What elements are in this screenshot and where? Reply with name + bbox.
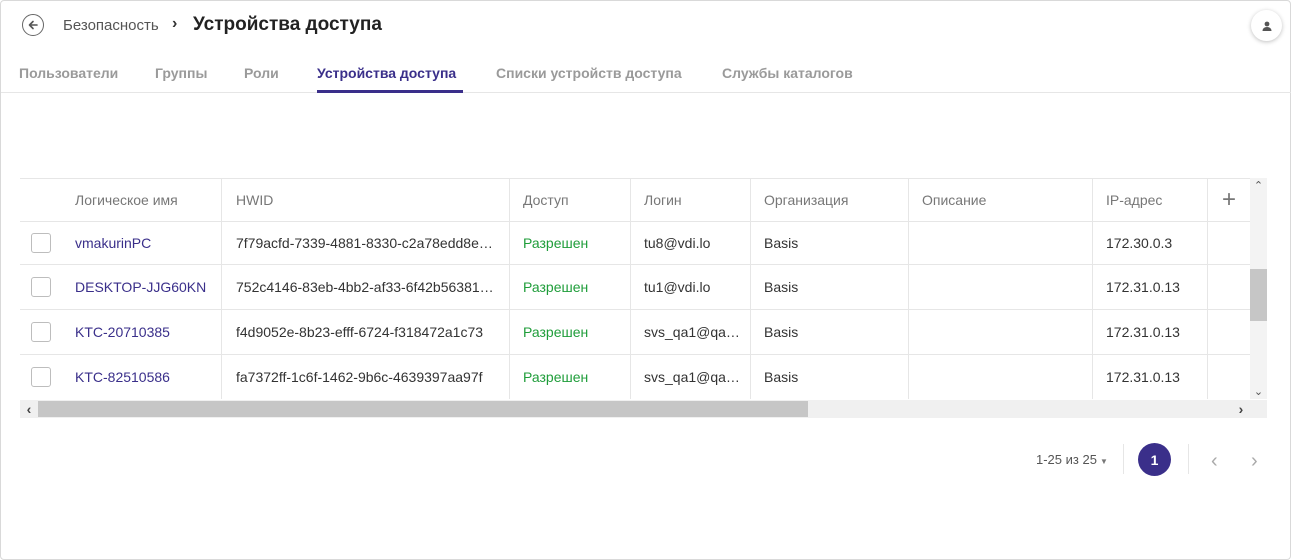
device-name-link[interactable]: DESKTOP-JJG60KN bbox=[75, 279, 206, 295]
tab-bar: Пользователи Группы Роли Устройства дост… bbox=[1, 57, 1291, 93]
tab-roles[interactable]: Роли bbox=[244, 65, 279, 81]
ip-cell: 172.31.0.13 bbox=[1092, 265, 1207, 309]
description-cell bbox=[908, 222, 1092, 264]
table-header-row: Логическое имя HWID Доступ Логин Организ… bbox=[20, 179, 1250, 222]
row-checkbox[interactable] bbox=[31, 277, 51, 297]
back-arrow-icon bbox=[28, 20, 38, 30]
tab-users[interactable]: Пользователи bbox=[19, 65, 118, 81]
page-button-current[interactable]: 1 bbox=[1138, 443, 1171, 476]
breadcrumb-security[interactable]: Безопасность bbox=[63, 17, 159, 34]
device-name-link[interactable]: vmakurinPC bbox=[75, 235, 151, 251]
avatar[interactable] bbox=[1251, 10, 1282, 41]
tab-directory-services[interactable]: Службы каталогов bbox=[722, 65, 853, 81]
devices-table: Логическое имя HWID Доступ Логин Организ… bbox=[20, 178, 1250, 399]
column-header-login[interactable]: Логин bbox=[630, 179, 750, 221]
pagination-divider bbox=[1188, 444, 1189, 474]
access-status: Разрешен bbox=[509, 222, 630, 264]
login-cell: tu1@vdi.lo bbox=[630, 265, 750, 309]
ip-cell: 172.31.0.13 bbox=[1092, 310, 1207, 354]
back-button[interactable] bbox=[22, 14, 44, 36]
column-header-ip[interactable]: IP-адрес bbox=[1092, 179, 1207, 221]
add-column-button[interactable]: + bbox=[1222, 186, 1236, 214]
user-icon bbox=[1262, 21, 1271, 31]
organization-cell: Basis bbox=[750, 355, 908, 399]
organization-cell: Basis bbox=[750, 310, 908, 354]
tab-groups[interactable]: Группы bbox=[155, 65, 207, 81]
prev-page-button[interactable]: ‹ bbox=[1211, 450, 1218, 473]
access-status: Разрешен bbox=[509, 310, 630, 354]
next-page-button[interactable]: › bbox=[1251, 450, 1258, 473]
column-header-description[interactable]: Описание bbox=[908, 179, 1092, 221]
login-cell: svs_qa1@qa… bbox=[630, 310, 750, 354]
organization-cell: Basis bbox=[750, 265, 908, 309]
vertical-scroll-thumb[interactable] bbox=[1250, 269, 1267, 321]
row-checkbox[interactable] bbox=[31, 322, 51, 342]
access-status: Разрешен bbox=[509, 265, 630, 309]
page-size-select[interactable]: 1-25 из 25 ▼ bbox=[1036, 452, 1108, 467]
ip-cell: 172.30.0.3 bbox=[1092, 222, 1207, 264]
chevron-down-icon[interactable]: ⌄ bbox=[1250, 385, 1267, 399]
table-row[interactable]: vmakurinPC 7f79acfd-7339-4881-8330-c2a78… bbox=[20, 222, 1250, 265]
chevron-left-icon[interactable]: ‹ bbox=[22, 401, 36, 417]
row-checkbox[interactable] bbox=[31, 367, 51, 387]
table-row[interactable]: DESKTOP-JJG60KN 752c4146-83eb-4bb2-af33-… bbox=[20, 265, 1250, 310]
column-header-access[interactable]: Доступ bbox=[509, 179, 630, 221]
table-row[interactable]: KTC-82510586 fa7372ff-1c6f-1462-9b6c-463… bbox=[20, 355, 1250, 399]
chevron-up-icon[interactable]: ⌃ bbox=[1250, 179, 1267, 193]
column-header-organization[interactable]: Организация bbox=[750, 179, 908, 221]
column-header-hwid[interactable]: HWID bbox=[221, 179, 509, 221]
hwid-cell: f4d9052e-8b23-efff-6724-f318472a1c73 bbox=[221, 310, 509, 354]
device-name-link[interactable]: KTC-20710385 bbox=[75, 324, 170, 340]
description-cell bbox=[908, 310, 1092, 354]
row-checkbox[interactable] bbox=[31, 233, 51, 253]
horizontal-scroll-thumb[interactable] bbox=[38, 401, 808, 417]
tab-access-device-lists[interactable]: Списки устройств доступа bbox=[496, 65, 682, 81]
active-tab-indicator bbox=[317, 90, 463, 93]
device-name-link[interactable]: KTC-82510586 bbox=[75, 369, 170, 385]
breadcrumb-separator: › bbox=[172, 15, 178, 32]
pagination-divider bbox=[1123, 444, 1124, 474]
login-cell: svs_qa1@qa… bbox=[630, 355, 750, 399]
description-cell bbox=[908, 355, 1092, 399]
access-status: Разрешен bbox=[509, 355, 630, 399]
page-title: Устройства доступа bbox=[193, 14, 382, 35]
hwid-cell: fa7372ff-1c6f-1462-9b6c-4639397aa97f bbox=[221, 355, 509, 399]
page-range-label: 1-25 из 25 bbox=[1036, 452, 1097, 467]
chevron-right-icon[interactable]: › bbox=[1234, 401, 1248, 417]
hwid-cell: 7f79acfd-7339-4881-8330-c2a78edd8e… bbox=[221, 222, 509, 264]
tab-access-devices[interactable]: Устройства доступа bbox=[317, 65, 456, 81]
hwid-cell: 752c4146-83eb-4bb2-af33-6f42b56381… bbox=[221, 265, 509, 309]
app-frame: Безопасность › Устройства доступа Пользо… bbox=[0, 0, 1291, 560]
organization-cell: Basis bbox=[750, 222, 908, 264]
table-row[interactable]: KTC-20710385 f4d9052e-8b23-efff-6724-f31… bbox=[20, 310, 1250, 355]
ip-cell: 172.31.0.13 bbox=[1092, 355, 1207, 399]
login-cell: tu8@vdi.lo bbox=[630, 222, 750, 264]
caret-down-icon: ▼ bbox=[1099, 457, 1108, 466]
description-cell bbox=[908, 265, 1092, 309]
column-header-name[interactable]: Логическое имя bbox=[75, 179, 220, 221]
